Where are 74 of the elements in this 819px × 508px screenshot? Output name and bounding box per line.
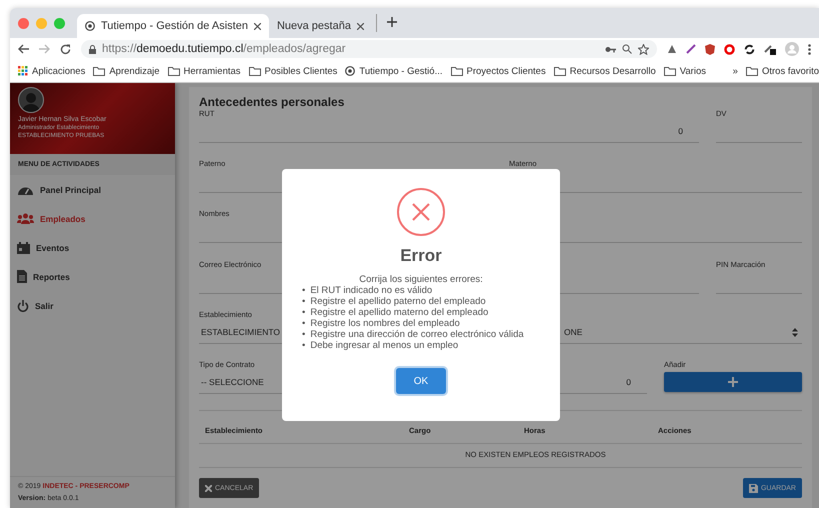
folder-icon	[168, 66, 180, 76]
shield-icon[interactable]	[705, 44, 715, 54]
folder-icon	[450, 66, 462, 76]
field-value: 0	[678, 126, 683, 136]
extension-icon[interactable]	[667, 44, 677, 54]
menu-item[interactable]: Panel Principal	[10, 175, 175, 204]
section-title: Antecedentes personales	[199, 95, 346, 109]
close-tab-icon[interactable]	[254, 22, 261, 30]
users-icon	[17, 212, 34, 224]
field-value: -- SELECCIONE	[201, 376, 264, 387]
menu-item[interactable]: Reportes	[10, 262, 175, 291]
browser-tab[interactable]: Nueva pestaña	[268, 14, 372, 38]
close-icon	[205, 484, 212, 492]
bullet-mark: •	[302, 329, 306, 340]
error-x-icon	[397, 188, 445, 236]
bullet-mark: •	[302, 318, 306, 329]
bookmark-item[interactable]: Posibles Clientes	[248, 66, 338, 76]
url-text: https://demoedu.tutiempo.cl/empleados/agregar	[102, 43, 347, 55]
site-favicon-icon	[85, 21, 95, 31]
add-button[interactable]	[664, 372, 802, 392]
bookmark-item[interactable]: Otros favorito	[746, 66, 819, 76]
error-item: El RUT indicado no es válido	[310, 285, 432, 296]
site-favicon-icon	[345, 66, 356, 76]
back-icon[interactable]	[18, 44, 29, 54]
menu-item[interactable]: Salir	[10, 291, 175, 320]
address-bar[interactable]: https://demoedu.tutiempo.cl/empleados/agregar	[81, 40, 657, 58]
dialog-title: Error	[400, 246, 442, 266]
pen-icon[interactable]	[686, 44, 696, 54]
reload-icon[interactable]	[60, 44, 71, 54]
bookmark-item[interactable]: Tutiempo - Gestió...	[345, 66, 442, 76]
bullet-mark: •	[302, 307, 306, 318]
lock-icon	[89, 44, 96, 54]
menu-icon[interactable]	[808, 44, 811, 54]
bookmarks-overflow-icon[interactable]: »	[732, 66, 738, 76]
eyedropper-icon[interactable]	[764, 43, 776, 55]
power-icon	[17, 300, 29, 312]
bullet-mark: •	[302, 285, 306, 296]
error-item: Registre los nombres del empleado	[310, 318, 460, 329]
zoom-icon[interactable]	[622, 44, 632, 54]
new-tab-icon[interactable]	[386, 17, 397, 27]
folder-icon	[664, 66, 676, 76]
calendar-icon	[17, 242, 30, 254]
bullet-mark: •	[302, 296, 306, 307]
folder-icon	[93, 66, 106, 76]
up-down-arrows-icon	[792, 328, 798, 337]
field-value: 0	[626, 376, 631, 387]
folder-icon	[746, 66, 758, 76]
error-item: Registre el apellido paterno del empleado	[310, 296, 486, 307]
menu-item[interactable]: Eventos	[10, 233, 175, 262]
error-item: Debe ingresar al menos un empleo	[310, 340, 458, 351]
bullet-mark: •	[302, 340, 306, 351]
ok-button[interactable]: OK	[396, 368, 446, 394]
dialog-message: Corrija los siguientes errores:	[359, 274, 483, 285]
document-icon	[17, 270, 27, 283]
sync-icon[interactable]	[744, 44, 755, 54]
bookmark-item[interactable]: Proyectos Clientes	[450, 66, 546, 76]
folder-icon	[554, 66, 566, 76]
star-icon[interactable]	[638, 44, 649, 54]
ring-icon[interactable]	[724, 44, 735, 54]
bookmark-item[interactable]: Varios	[664, 66, 706, 76]
field-value: ONE	[564, 326, 582, 337]
folder-icon	[248, 66, 261, 76]
bookmark-item[interactable]: Aplicaciones	[18, 66, 86, 76]
apps-grid-icon	[18, 66, 28, 76]
bookmark-item[interactable]: Herramientas	[168, 66, 241, 76]
bookmark-item[interactable]: Aprendizaje	[93, 66, 160, 76]
bookmark-item[interactable]: Recursos Desarrollo	[554, 66, 656, 76]
error-item: Registre el apellido materno del empleado	[310, 307, 488, 318]
close-tab-icon[interactable]	[356, 22, 364, 30]
field-value: ESTABLECIMIENTO	[201, 326, 280, 337]
plus-icon	[728, 376, 738, 387]
avatar-icon	[18, 87, 44, 113]
browser-tab[interactable]: Tutiempo - Gestión de Asisten	[77, 14, 269, 38]
key-icon[interactable]	[605, 46, 616, 52]
